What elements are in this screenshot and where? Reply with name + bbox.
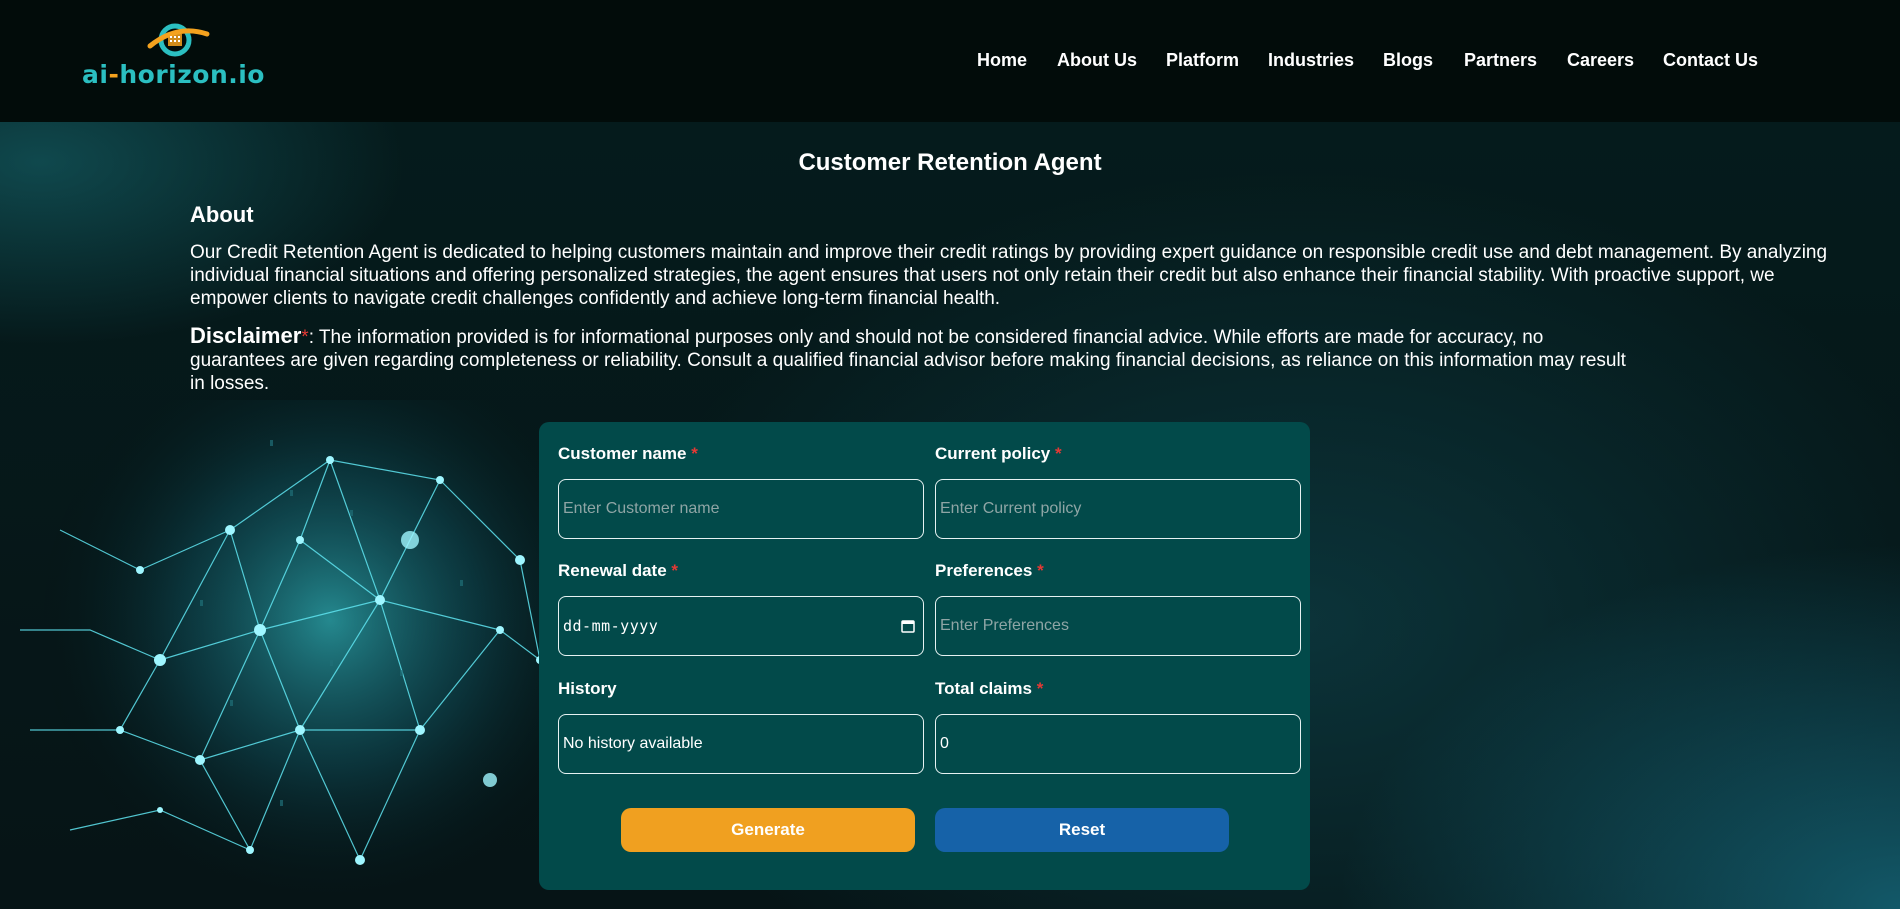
- required-asterisk: *: [671, 561, 679, 580]
- site-header: ai-horizon.io Home About Us Platform Ind…: [0, 0, 1900, 122]
- nav-industries[interactable]: Industries: [1268, 50, 1354, 71]
- main-content: Customer Retention Agent About Our Credi…: [0, 122, 1900, 909]
- logo-icon: [147, 23, 210, 57]
- renewal-date-input[interactable]: dd-mm-yyyy: [558, 596, 924, 656]
- nav-home[interactable]: Home: [977, 50, 1027, 71]
- nav-partners[interactable]: Partners: [1464, 50, 1537, 71]
- logo-text-part1: ai: [82, 60, 109, 89]
- disclaimer: Disclaimer*: The information provided is…: [190, 324, 1630, 395]
- preferences-label: Preferences *: [935, 561, 1044, 580]
- nav-about-us[interactable]: About Us: [1057, 50, 1137, 71]
- current-policy-label: Current policy *: [935, 444, 1062, 463]
- renewal-date-label: Renewal date *: [558, 561, 679, 580]
- history-input[interactable]: No history available: [558, 714, 924, 774]
- required-asterisk: *: [1054, 444, 1062, 463]
- total-claims-input[interactable]: 0: [935, 714, 1301, 774]
- about-heading: About: [190, 202, 254, 227]
- required-asterisk: *: [691, 444, 698, 463]
- customer-name-input[interactable]: Enter Customer name: [558, 479, 924, 539]
- logo-text-dash: -: [108, 60, 120, 89]
- nav-careers[interactable]: Careers: [1567, 50, 1634, 71]
- customer-name-label: Customer name *: [558, 444, 698, 463]
- logo-text-part2: horizon.io: [119, 60, 265, 89]
- disclaimer-text: : The information provided is for inform…: [190, 327, 1626, 394]
- nav-platform[interactable]: Platform: [1166, 50, 1239, 71]
- current-policy-input[interactable]: Enter Current policy: [935, 479, 1301, 539]
- logo-wordmark: ai-horizon.io: [82, 60, 265, 89]
- renewal-date-placeholder: dd-mm-yyyy: [563, 617, 659, 635]
- reset-button[interactable]: Reset: [935, 808, 1229, 852]
- about-text: Our Credit Retention Agent is dedicated …: [190, 242, 1828, 309]
- preferences-input[interactable]: Enter Preferences: [935, 596, 1301, 656]
- page-title: Customer Retention Agent: [798, 149, 1102, 176]
- calendar-icon[interactable]: [901, 619, 915, 633]
- required-asterisk: *: [1037, 561, 1044, 580]
- total-claims-label: Total claims *: [935, 679, 1044, 698]
- disclaimer-asterisk: *: [301, 327, 309, 348]
- generate-button[interactable]: Generate: [621, 808, 915, 852]
- nav-blogs[interactable]: Blogs: [1383, 50, 1433, 71]
- disclaimer-label: Disclaimer: [190, 323, 302, 348]
- retention-form: Customer name * Enter Customer name Curr…: [539, 422, 1310, 890]
- required-asterisk: *: [1036, 679, 1044, 698]
- nav-contact-us[interactable]: Contact Us: [1663, 50, 1758, 71]
- history-label: History: [558, 679, 617, 698]
- logo[interactable]: ai-horizon.io: [82, 20, 282, 90]
